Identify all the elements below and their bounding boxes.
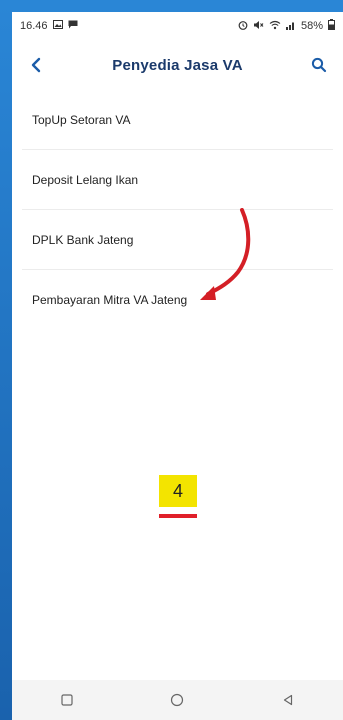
mute-icon [253,20,264,33]
app-header: Penyedia Jasa VA [12,40,343,90]
recent-apps-button[interactable] [47,685,87,715]
search-button[interactable] [305,51,333,79]
battery-icon [328,19,335,33]
status-time: 16.46 [20,20,48,32]
home-icon [171,693,184,707]
gallery-icon [52,20,63,32]
list-item-pembayaran-mitra-va-jateng[interactable]: Pembayaran Mitra VA Jateng [22,270,333,329]
list-item-label: DPLK Bank Jateng [32,232,134,247]
page-title: Penyedia Jasa VA [112,56,243,74]
search-icon [311,57,327,73]
back-triangle-icon [283,694,292,706]
annotation-arrow-icon [200,208,251,300]
back-button[interactable] [22,51,50,79]
android-nav-bar [12,680,343,720]
list-item-label: TopUp Setoran VA [32,112,131,127]
list-item-topup-setoran-va[interactable]: TopUp Setoran VA [22,90,333,150]
phone-screen: 16.46 58% Penyedia Jasa VA TopUp Setoran… [12,12,343,720]
list-item-label: Pembayaran Mitra VA Jateng [32,292,188,307]
wifi-icon [269,20,281,33]
list-item-label: Deposit Lelang Ikan [32,172,139,187]
list-item-deposit-lelang-ikan[interactable]: Deposit Lelang Ikan [22,150,333,210]
chat-icon [68,20,78,32]
home-button[interactable] [157,685,197,715]
va-provider-list: TopUp Setoran VA Deposit Lelang Ikan DPL… [12,90,343,329]
step-underline [159,514,197,518]
status-left: 16.46 [20,20,78,32]
status-right: 58% [238,19,335,33]
recent-apps-icon [61,694,73,706]
list-item-dplk-bank-jateng[interactable]: DPLK Bank Jateng [22,210,333,270]
screenshot-frame: 16.46 58% Penyedia Jasa VA TopUp Setoran… [0,0,343,720]
alarm-icon [238,20,248,33]
step-number-badge: 4 [159,475,197,507]
chevron-left-icon [31,57,41,73]
status-bar: 16.46 58% [12,12,343,40]
battery-percent: 58% [300,20,323,32]
signal-icon [285,20,296,33]
back-nav-button[interactable] [268,685,308,715]
